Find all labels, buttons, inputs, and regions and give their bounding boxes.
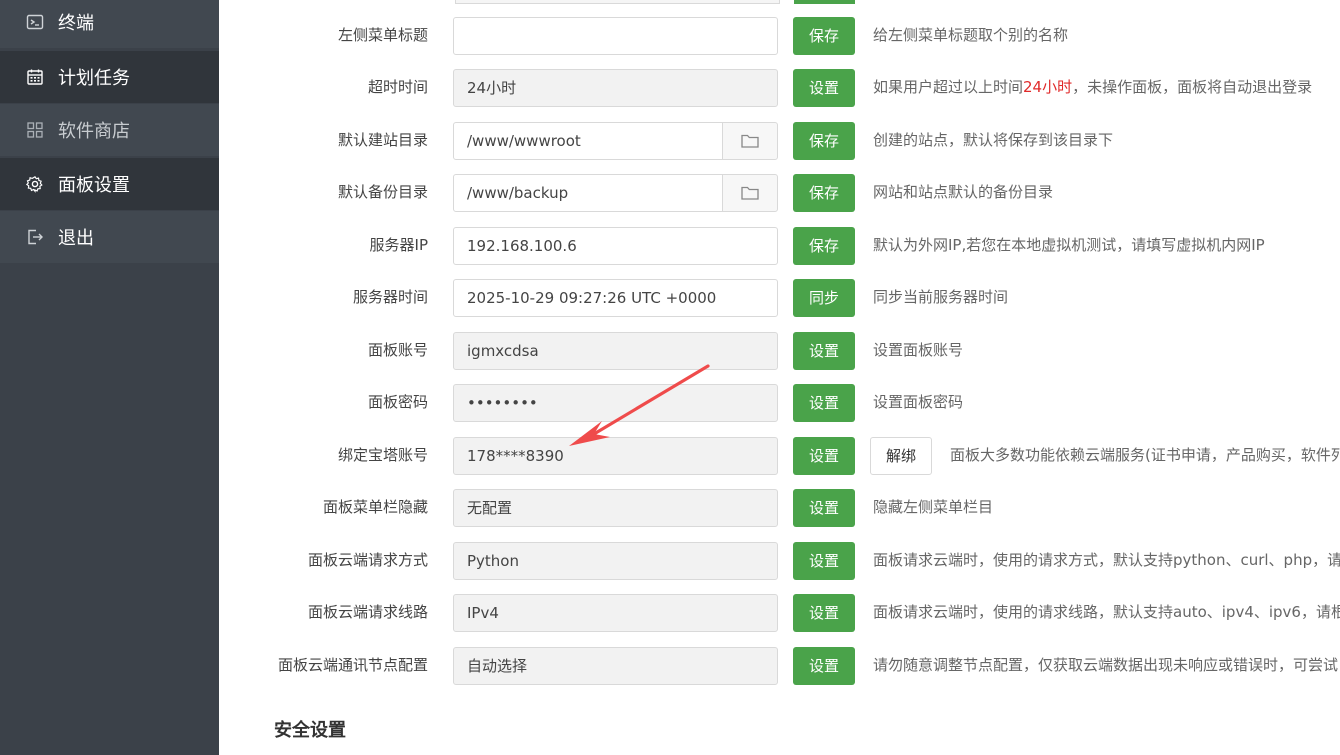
sync-time-button[interactable]: 同步 [793, 279, 855, 317]
gear-icon [26, 175, 44, 193]
folder-icon [741, 134, 759, 148]
terminal-icon [26, 13, 44, 31]
folder-icon [741, 186, 759, 200]
setting-description: 面板请求云端时，使用的请求线路，默认支持auto、ipv4、ipv6，请根 [873, 603, 1340, 621]
setting-row-timeout: 超时时间 24小时 设置 如果用户超过以上时间24小时，未操作面板，面板将自动退… [219, 68, 1340, 108]
folder-picker-button[interactable] [722, 122, 778, 160]
setting-label: 面板云端请求线路 [307, 603, 428, 621]
setting-description: 请勿随意调整节点配置，仅获取云端数据出现未响应或错误时，可尝试 [873, 656, 1339, 674]
setting-row-menu-title: 左侧菜单标题 保存 给左侧菜单标题取个别的名称 [219, 16, 1340, 56]
setting-description: 同步当前服务器时间 [873, 288, 1009, 306]
setting-description: 默认为外网IP,若您在本地虚拟机测试，请填写虚拟机内网IP [873, 236, 1265, 254]
setting-label: 默认建站目录 [337, 131, 428, 149]
setting-row-cloud-line: 面板云端请求线路 IPv4 设置 面板请求云端时，使用的请求线路，默认支持aut… [219, 593, 1340, 633]
grid-icon [26, 121, 44, 139]
panel-password-field[interactable]: •••••••• [453, 384, 778, 422]
desc-text: ，未操作面板，面板将自动退出登录 [1072, 78, 1313, 96]
setting-label: 面板账号 [367, 341, 428, 359]
set-cloud-method-button[interactable]: 设置 [793, 542, 855, 580]
sidebar-item-store[interactable]: 软件商店 [0, 104, 219, 156]
annotation-arrow-icon [569, 364, 710, 446]
cloud-method-field[interactable]: Python [453, 542, 778, 580]
sidebar-item-cron[interactable]: 计划任务 [0, 51, 219, 103]
set-timeout-button[interactable]: 设置 [793, 69, 855, 107]
calendar-icon [26, 68, 44, 86]
setting-row-cloud-node: 面板云端通讯节点配置 自动选择 设置 请勿随意调整节点配置，仅获取云端数据出现未… [219, 646, 1340, 686]
setting-description: 给左侧菜单标题取个别的名称 [873, 26, 1069, 44]
setting-label: 面板菜单栏隐藏 [322, 498, 428, 516]
setting-label: 默认备份目录 [337, 183, 428, 201]
sidebar-item-label: 计划任务 [58, 68, 130, 89]
sidebar: 终端 计划任务 软件商店 面板设置 退出 [0, 0, 219, 755]
server-ip-input[interactable]: 192.168.100.6 [453, 227, 778, 265]
set-panel-password-button[interactable]: 设置 [793, 384, 855, 422]
setting-label: 服务器时间 [352, 288, 428, 306]
server-time-input[interactable]: 2025-10-29 09:27:26 UTC +0000 [453, 279, 778, 317]
sidebar-item-logout[interactable]: 退出 [0, 211, 219, 263]
setting-description: 如果用户超过以上时间24小时，未操作面板，面板将自动退出登录 [873, 68, 1312, 108]
desc-text: 如果用户超过以上时间 [873, 78, 1024, 96]
logout-icon [26, 228, 44, 246]
unbind-bt-account-button[interactable]: 解绑 [870, 437, 932, 475]
set-menu-hide-button[interactable]: 设置 [793, 489, 855, 527]
save-backup-dir-button[interactable]: 保存 [793, 174, 855, 212]
setting-row-panel-account: 面板账号 igmxcdsa 设置 设置面板账号 [219, 331, 1340, 371]
previous-field-edge [455, 0, 780, 4]
save-menu-title-button[interactable]: 保存 [793, 17, 855, 55]
panel-settings-main: 左侧菜单标题 保存 给左侧菜单标题取个别的名称 超时时间 24小时 设置 如果用… [219, 0, 1340, 755]
sidebar-item-terminal[interactable]: 终端 [0, 0, 219, 48]
setting-description: 网站和站点默认的备份目录 [873, 183, 1054, 201]
set-cloud-node-button[interactable]: 设置 [793, 647, 855, 685]
desc-highlight: 24小时 [1023, 78, 1073, 96]
set-cloud-line-button[interactable]: 设置 [793, 594, 855, 632]
setting-row-menu-hide: 面板菜单栏隐藏 无配置 设置 隐藏左侧菜单栏目 [219, 488, 1340, 528]
setting-description: 面板请求云端时，使用的请求方式，默认支持python、curl、php，请 [873, 551, 1340, 569]
setting-row-backup-dir: 默认备份目录 /www/backup 保存 网站和站点默认的备份目录 [219, 173, 1340, 213]
panel-account-field[interactable]: igmxcdsa [453, 332, 778, 370]
sidebar-item-label: 终端 [58, 13, 94, 34]
menu-title-input[interactable] [453, 17, 778, 55]
setting-label: 面板密码 [367, 393, 428, 411]
site-dir-input[interactable]: /www/wwwroot [453, 122, 723, 160]
setting-label: 面板云端请求方式 [307, 551, 428, 569]
setting-description: 设置面板密码 [873, 393, 964, 411]
backup-dir-input[interactable]: /www/backup [453, 174, 723, 212]
cloud-line-field[interactable]: IPv4 [453, 594, 778, 632]
previous-button-edge [794, 0, 855, 4]
setting-row-bt-account: 绑定宝塔账号 178****8390 设置 解绑 面板大多数功能依赖云端服务(证… [219, 436, 1340, 476]
setting-label: 面板云端通讯节点配置 [277, 656, 428, 674]
sidebar-item-label: 面板设置 [58, 175, 130, 196]
setting-row-site-dir: 默认建站目录 /www/wwwroot 保存 创建的站点，默认将保存到该目录下 [219, 121, 1340, 161]
setting-row-panel-password: 面板密码 •••••••• 设置 设置面板密码 [219, 383, 1340, 423]
save-server-ip-button[interactable]: 保存 [793, 227, 855, 265]
sidebar-item-panel-settings[interactable]: 面板设置 [0, 158, 219, 210]
menu-hide-field[interactable]: 无配置 [453, 489, 778, 527]
setting-row-server-ip: 服务器IP 192.168.100.6 保存 默认为外网IP,若您在本地虚拟机测… [219, 226, 1340, 266]
setting-label: 左侧菜单标题 [337, 26, 428, 44]
folder-picker-button[interactable] [722, 174, 778, 212]
setting-description: 隐藏左侧菜单栏目 [873, 498, 994, 516]
setting-label: 服务器IP [369, 236, 428, 254]
setting-description: 面板大多数功能依赖云端服务(证书申请，产品购买，软件列 [950, 446, 1340, 464]
set-panel-account-button[interactable]: 设置 [793, 332, 855, 370]
cloud-node-field[interactable]: 自动选择 [453, 647, 778, 685]
setting-label: 绑定宝塔账号 [337, 446, 428, 464]
setting-description: 设置面板账号 [873, 341, 964, 359]
timeout-field[interactable]: 24小时 [453, 69, 778, 107]
setting-label: 超时时间 [367, 78, 428, 96]
sidebar-item-label: 退出 [58, 228, 94, 249]
set-bt-account-button[interactable]: 设置 [793, 437, 855, 475]
setting-row-cloud-method: 面板云端请求方式 Python 设置 面板请求云端时，使用的请求方式，默认支持p… [219, 541, 1340, 581]
setting-row-server-time: 服务器时间 2025-10-29 09:27:26 UTC +0000 同步 同… [219, 278, 1340, 318]
security-section-title: 安全设置 [274, 720, 346, 741]
bt-account-field[interactable]: 178****8390 [453, 437, 778, 475]
setting-description: 创建的站点，默认将保存到该目录下 [873, 131, 1114, 149]
sidebar-item-label: 软件商店 [58, 121, 130, 142]
save-site-dir-button[interactable]: 保存 [793, 122, 855, 160]
